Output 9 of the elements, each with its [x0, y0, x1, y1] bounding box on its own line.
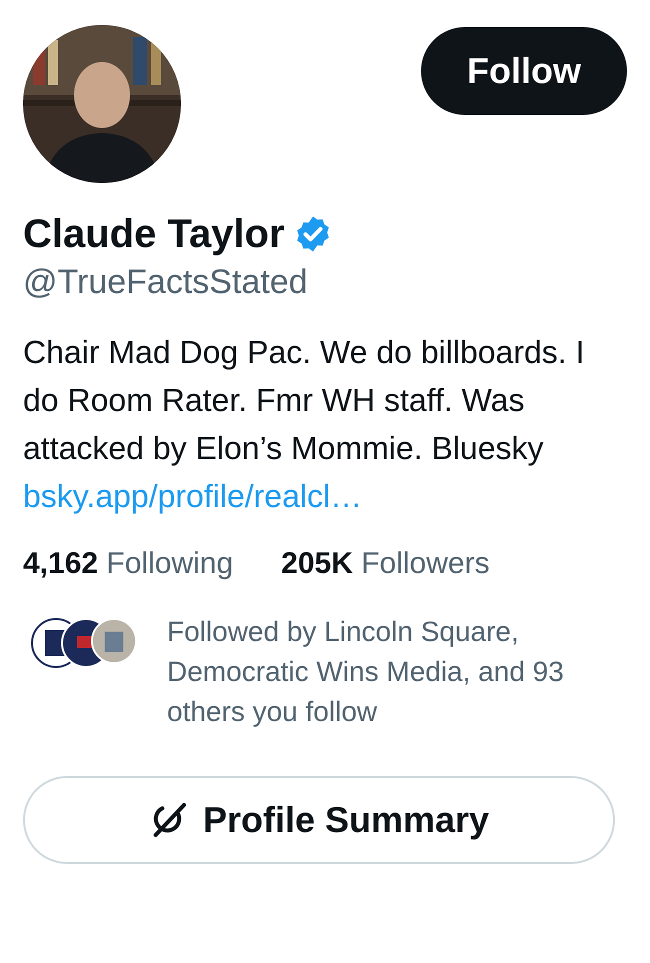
stat-link[interactable]: 4,162 Following [23, 544, 234, 584]
profile-handle: @TrueFactsStated [23, 262, 309, 303]
stat-link[interactable]: 205K Followers [281, 544, 490, 584]
profile-bio: Chair Mad Dog Pac. We do billboards. I do Room Rater. Fmr WH staff. Was attacked by Elon’s Mommie. Bluesky [23, 333, 586, 468]
avatar-icon [91, 618, 137, 664]
profile-name: Claude Taylor [23, 211, 285, 258]
followed-by-text: Followed by Lincoln Square, Democratic Wins Media, and 93 others you follow [167, 615, 565, 729]
follow-button[interactable]: Follow [421, 27, 627, 115]
profile-summary-button[interactable]: Profile Summary [23, 776, 615, 864]
